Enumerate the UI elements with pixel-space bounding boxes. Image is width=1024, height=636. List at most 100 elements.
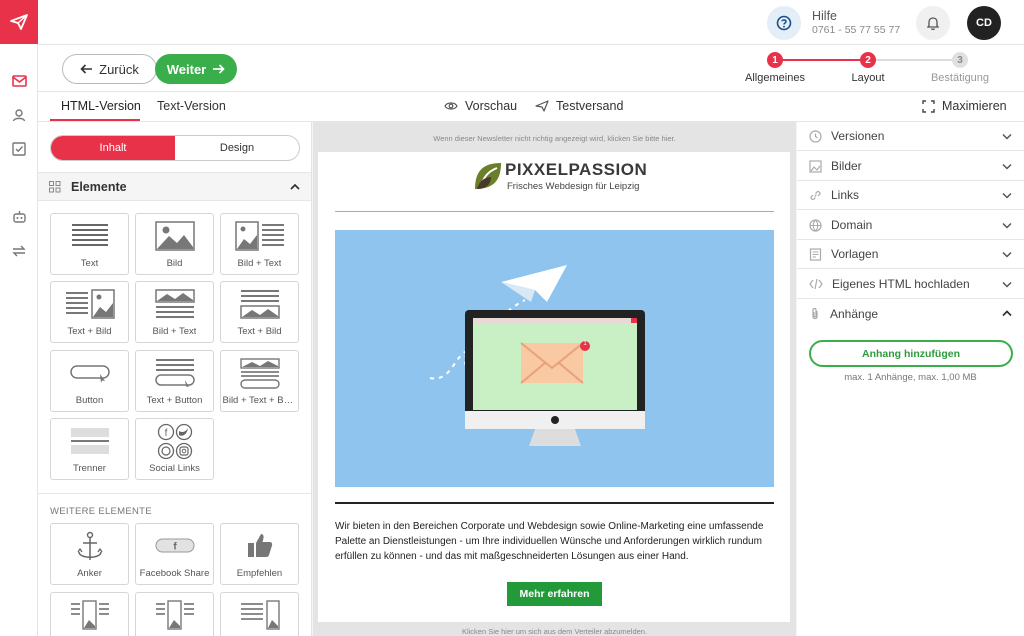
nav-integrations[interactable] (0, 238, 38, 264)
view-in-browser-note[interactable]: Wenn dieser Newsletter nicht richtig ang… (313, 134, 796, 143)
eye-icon (444, 102, 458, 110)
body-paragraph: Wir bieten in den Bereichen Corporate un… (335, 521, 764, 562)
question-icon (776, 15, 792, 31)
element-tile-facebook-share[interactable]: f Facebook Share (135, 523, 214, 585)
next-button[interactable]: Weiter (155, 54, 237, 84)
elements-panel: Inhalt Design Elemente Text Bild Bild + … (38, 122, 312, 636)
element-tile-button[interactable]: Button (50, 350, 129, 412)
grid-icon (49, 181, 61, 193)
mail-badge-count: 1 (583, 341, 587, 347)
maximize-button[interactable]: Maximieren (922, 99, 1007, 113)
image-columns-icon (70, 600, 109, 630)
elements-header[interactable]: Elemente (38, 172, 311, 201)
step-1-dot[interactable]: 1 (767, 52, 783, 68)
accordion-eigenes-html[interactable]: Eigenes HTML hochladen (797, 270, 1024, 299)
text-lines-icon (71, 224, 108, 246)
avatar[interactable]: CD (967, 6, 1001, 40)
header-divider (335, 211, 774, 212)
segment-inhalt[interactable]: Inhalt (51, 136, 175, 160)
link-icon (810, 190, 821, 200)
checklist-icon (12, 142, 26, 156)
image-columns-icon (240, 600, 280, 630)
nav-contacts[interactable] (0, 102, 38, 128)
element-label: Anker (77, 568, 102, 579)
hero-image: 1 (335, 230, 774, 487)
mail-icon (11, 75, 27, 87)
top-bar: Hilfe 0761 - 55 77 55 77 CD (38, 0, 1024, 45)
accordion-bilder[interactable]: Bilder (797, 152, 1024, 181)
settings-panel: Versionen Bilder Links Domain Vorlagen E… (797, 122, 1024, 636)
element-label: Empfehlen (236, 568, 283, 579)
paperclip-icon (812, 307, 818, 319)
accordion-vorlagen[interactable]: Vorlagen (797, 240, 1024, 269)
element-label: Text (80, 258, 99, 269)
accordion-domain[interactable]: Domain (797, 211, 1024, 240)
accordion-links[interactable]: Links (797, 181, 1024, 210)
chevron-down-icon (1002, 222, 1012, 229)
accordion-versionen[interactable]: Versionen (797, 122, 1024, 151)
element-tile-social-links[interactable]: f Social Links (135, 418, 214, 480)
text-image-stacked-icon (239, 290, 280, 319)
accordion-label: Domain (831, 218, 873, 232)
preview-label: Vorschau (465, 99, 518, 113)
left-rail (0, 0, 38, 636)
section-divider (38, 493, 311, 494)
robot-icon (12, 211, 26, 223)
element-tile-image-text-button[interactable]: Bild + Text + Bu... (220, 350, 299, 412)
element-tile-text-image-stacked[interactable]: Text + Bild (220, 281, 299, 343)
element-tile-image-column[interactable] (220, 592, 299, 636)
tab-text-version[interactable]: Text-Version (157, 99, 226, 113)
unsubscribe-note[interactable]: Klicken Sie hier um sich aus dem Verteil… (313, 627, 796, 636)
element-tile-image-column[interactable] (50, 592, 129, 636)
test-send-button[interactable]: Testversand (535, 99, 623, 113)
app-logo[interactable] (0, 0, 38, 44)
nav-tasks[interactable] (0, 136, 38, 162)
element-label: Social Links (149, 463, 200, 474)
step-1-label: Allgemeines (745, 72, 805, 84)
image-text-button-icon (239, 358, 280, 389)
image-text-stacked-icon (154, 289, 195, 318)
step-3-dot: 3 (952, 52, 968, 68)
add-attachment-button[interactable]: Anhang hinzufügen (809, 340, 1013, 367)
thumbs-up-icon (247, 534, 272, 557)
help-button[interactable] (767, 6, 801, 40)
content-design-toggle: Inhalt Design (50, 135, 300, 161)
element-tile-anchor[interactable]: Anker (50, 523, 129, 585)
help-phone: 0761 - 55 77 55 77 (812, 24, 901, 36)
element-tile-text-button[interactable]: Text + Button (135, 350, 214, 412)
brand-tagline: Frisches Webdesign für Leipzig (507, 181, 640, 192)
cta-button[interactable]: Mehr erfahren (507, 582, 602, 606)
notifications-button[interactable] (916, 6, 950, 40)
chevron-up-icon (1002, 310, 1012, 317)
nav-automation[interactable] (0, 204, 38, 230)
element-tile-image-text-stacked[interactable]: Bild + Text (135, 281, 214, 343)
preview-button[interactable]: Vorschau (444, 99, 517, 113)
element-label: Trenner (73, 463, 106, 474)
element-tile-image-text[interactable]: Bild + Text (220, 213, 299, 275)
user-icon (12, 109, 26, 122)
element-tile-image[interactable]: Bild (135, 213, 214, 275)
element-tile-image-column[interactable] (135, 592, 214, 636)
segment-design[interactable]: Design (175, 136, 299, 160)
element-tile-text[interactable]: Text (50, 213, 129, 275)
element-tile-text-image[interactable]: Text + Bild (50, 281, 129, 343)
anchor-icon (76, 531, 103, 560)
chevron-up-icon (290, 183, 300, 190)
step-2-dot[interactable]: 2 (860, 52, 876, 68)
tab-html-version[interactable]: HTML-Version (61, 99, 141, 113)
element-tile-recommend[interactable]: Empfehlen (220, 523, 299, 585)
element-label: Bild + Text + Bu... (222, 395, 297, 406)
element-label: Text + Bild (67, 326, 112, 337)
social-icons: f (157, 423, 192, 460)
accordion-anhaenge[interactable]: Anhänge (797, 299, 1024, 328)
chevron-down-icon (1002, 163, 1012, 170)
button-icon (69, 365, 110, 383)
text-button-icon (154, 359, 195, 387)
newsletter-canvas: Wenn dieser Newsletter nicht richtig ang… (313, 122, 796, 636)
back-button[interactable]: Zurück (62, 54, 157, 84)
element-tile-divider[interactable]: Trenner (50, 418, 129, 480)
nav-newsletter[interactable] (0, 68, 38, 94)
clock-icon (809, 129, 822, 143)
chevron-down-icon (1002, 251, 1012, 258)
accordion-label: Versionen (831, 129, 885, 143)
